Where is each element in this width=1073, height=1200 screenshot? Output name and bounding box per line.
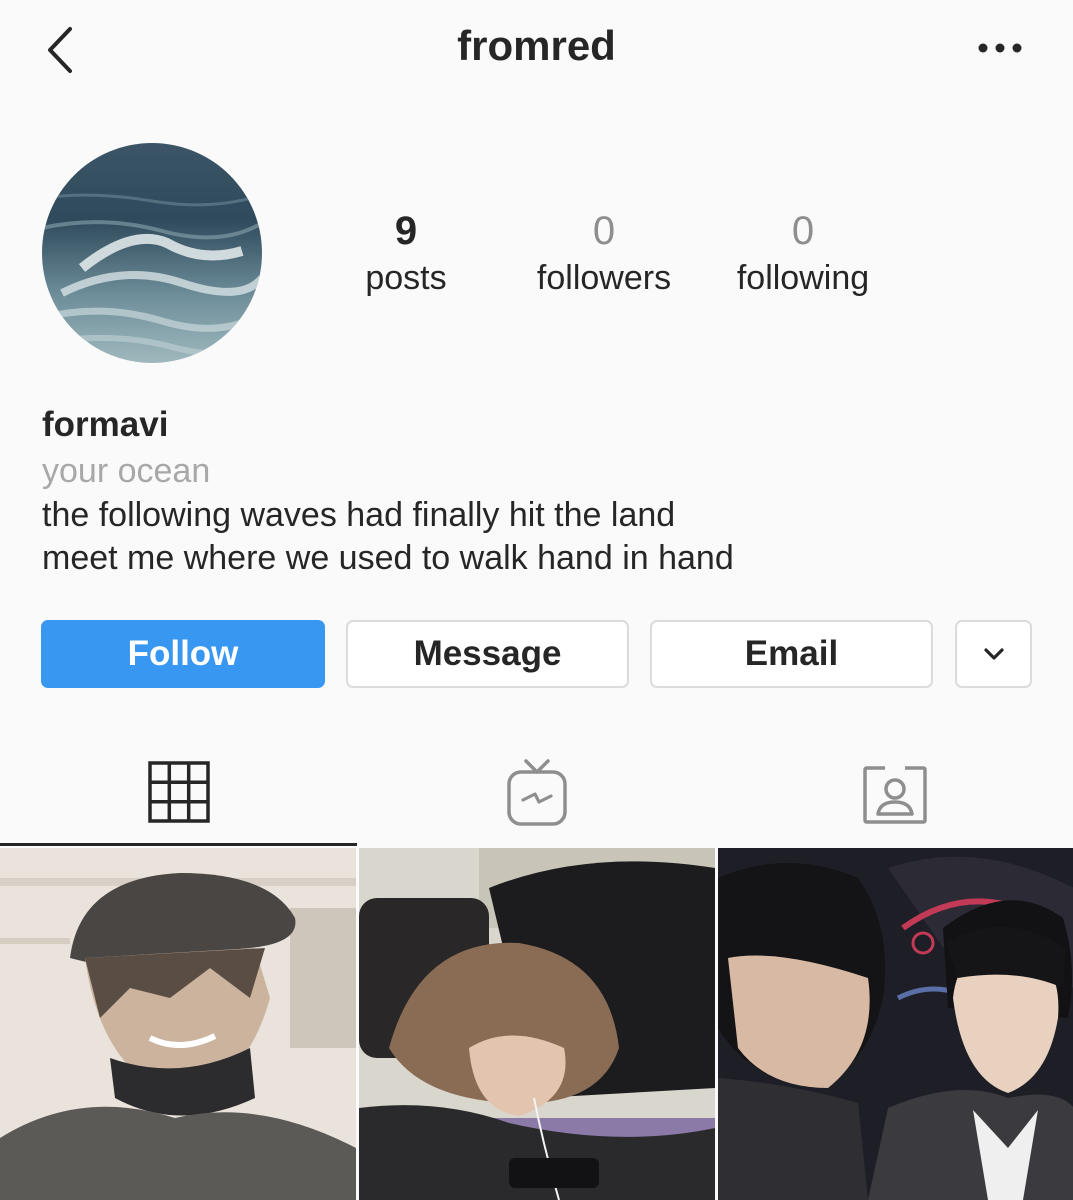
posts-label: posts <box>365 259 447 297</box>
display-name: formavi <box>42 405 169 444</box>
following-count: 0 <box>791 209 815 253</box>
post-thumbnail[interactable] <box>0 848 356 1200</box>
followers-stat[interactable]: 0 followers <box>504 207 704 301</box>
profile-avatar[interactable] <box>42 143 262 363</box>
posts-grid <box>0 848 1073 1200</box>
profile-tabs <box>0 740 1073 846</box>
igtv-icon <box>506 759 567 826</box>
profile-username-title: fromred <box>457 22 616 69</box>
suggested-accounts-button[interactable] <box>955 620 1032 688</box>
email-button[interactable]: Email <box>650 620 933 688</box>
bio-line: meet me where we used to walk hand in ha… <box>42 539 734 577</box>
two-people-photo <box>718 848 1073 1200</box>
top-bar: fromred <box>0 0 1073 100</box>
post-thumbnail[interactable] <box>718 848 1073 1200</box>
ocean-wave-photo <box>42 143 262 363</box>
message-button[interactable]: Message <box>346 620 629 688</box>
more-options-button[interactable] <box>960 20 1040 75</box>
person-sleeping-on-table-photo <box>359 848 715 1200</box>
tab-tagged[interactable] <box>716 740 1073 846</box>
chevron-left-icon <box>48 27 72 73</box>
followers-label: followers <box>536 259 672 297</box>
posts-count: 9 <box>394 209 418 253</box>
bio-line: the following waves had finally hit the … <box>42 496 676 534</box>
following-stat[interactable]: 0 following <box>703 207 903 301</box>
profile-bio: formavi your ocean the following waves h… <box>42 402 1042 580</box>
following-label: following <box>736 259 870 297</box>
posts-stat: 9 posts <box>306 207 506 301</box>
tab-igtv[interactable] <box>358 740 715 846</box>
tagged-person-icon <box>862 766 927 824</box>
profile-category: your ocean <box>42 452 211 490</box>
person-in-cap-with-mask-photo <box>0 848 356 1200</box>
back-button[interactable] <box>30 20 90 80</box>
post-thumbnail[interactable] <box>359 848 715 1200</box>
ellipsis-icon <box>978 43 1022 52</box>
follow-button[interactable]: Follow <box>41 620 325 688</box>
followers-count: 0 <box>592 209 616 253</box>
grid-icon <box>147 760 210 823</box>
tab-grid[interactable] <box>0 740 357 846</box>
chevron-down-icon <box>983 648 1004 660</box>
